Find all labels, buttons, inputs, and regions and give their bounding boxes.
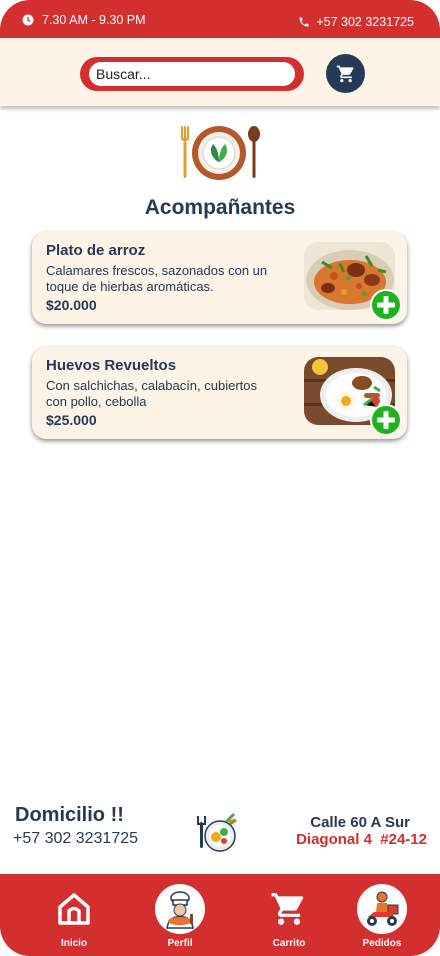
search-bar — [80, 57, 304, 91]
hours-text: 7.30 AM - 9.30 PM — [42, 13, 146, 27]
address-line-1: Calle 60 A Sur — [310, 814, 410, 831]
opening-hours: 7.30 AM - 9.30 PM — [22, 13, 146, 27]
product-name: Huevos Revueltos — [46, 357, 177, 374]
add-to-cart-button[interactable] — [370, 289, 402, 321]
cart-icon — [336, 65, 353, 82]
nav-label: Perfil — [167, 938, 193, 949]
delivery-title: Domicilio !! — [15, 804, 124, 826]
header-cart-button[interactable] — [326, 54, 365, 93]
delivery-phone[interactable]: +57 302 3231725 — [13, 830, 138, 848]
product-name: Plato de arroz — [46, 242, 146, 259]
address-line-2: Diagonal 4 #24-12 — [296, 831, 427, 848]
nav-item-perfil[interactable]: Perfil — [145, 884, 215, 949]
status-bar: 7.30 AM - 9.30 PM +57 302 3231725 — [0, 0, 440, 38]
category-title: Acompañantes — [144, 196, 296, 219]
salad-plate-icon — [197, 812, 237, 852]
delivery-avatar-icon — [357, 884, 407, 934]
home-icon — [49, 884, 99, 934]
product-card[interactable]: Plato de arroz Calamares frescos, sazona… — [32, 232, 407, 324]
nav-label: Pedidos — [362, 938, 402, 949]
phone-icon — [299, 17, 309, 27]
add-to-cart-button[interactable] — [370, 404, 402, 436]
nav-item-pedidos[interactable]: Pedidos — [347, 884, 417, 949]
clock-icon — [22, 14, 34, 26]
cart-icon — [264, 884, 314, 934]
product-price: $25.000 — [46, 412, 97, 428]
plate-utensils-icon — [181, 126, 260, 180]
product-price: $20.000 — [46, 297, 97, 313]
nav-item-carrito[interactable]: Carrito — [254, 884, 324, 949]
nav-item-inicio[interactable]: Inicio — [39, 884, 109, 949]
product-description: Con salchichas, calabacín, cubiertos con… — [46, 378, 258, 409]
app-screen: 7.30 AM - 9.30 PM +57 302 3231725 Buscar… — [0, 0, 440, 956]
product-description: Calamares frescos, sazonados con un toqu… — [46, 263, 268, 294]
nav-label: Carrito — [272, 938, 306, 949]
bottom-navigation: Inicio Perfil Carrito Pedidos — [0, 874, 440, 956]
chef-avatar-icon — [155, 884, 205, 934]
header — [0, 38, 440, 106]
product-card[interactable]: Huevos Revueltos Con salchichas, calabac… — [32, 347, 407, 439]
nav-label: Inicio — [60, 938, 88, 949]
phone-text: +57 302 3231725 — [316, 15, 414, 29]
contact-phone[interactable]: +57 302 3231725 — [298, 15, 414, 29]
search-input[interactable] — [89, 62, 295, 86]
